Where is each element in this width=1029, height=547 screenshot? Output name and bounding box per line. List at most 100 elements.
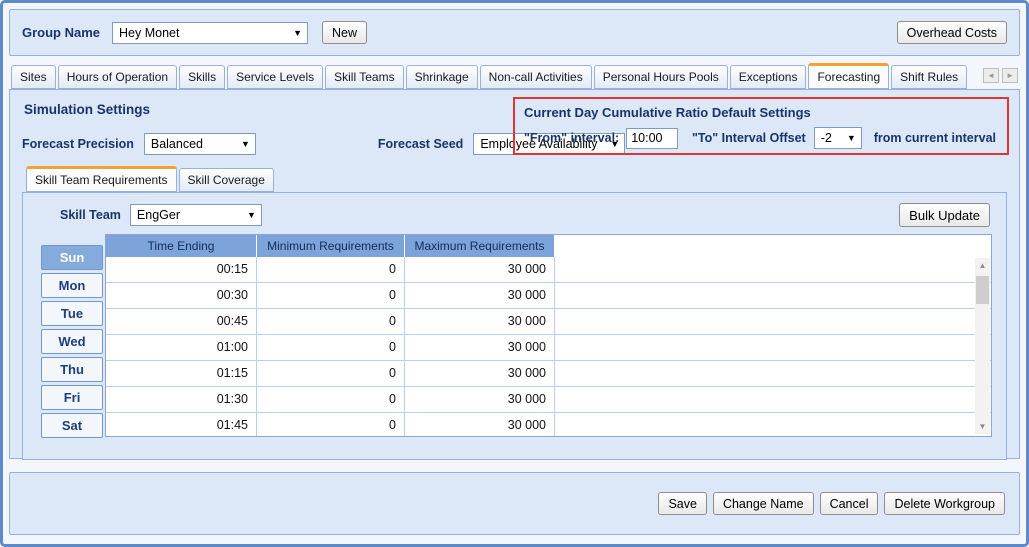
cell-time-ending[interactable]: 00:30 [106,283,257,308]
cell-time-ending[interactable]: 00:15 [106,257,257,282]
requirements-scroll-container: Time EndingMinimum RequirementsMaximum R… [105,234,992,437]
cell-maximum-requirements[interactable]: 30 000 [405,335,555,360]
day-button-mon[interactable]: Mon [41,273,103,298]
cell-minimum-requirements[interactable]: 0 [257,361,405,386]
save-button[interactable]: Save [658,492,707,515]
forecasting-panel: Simulation Settings Current Day Cumulati… [9,89,1020,459]
cumulative-ratio-row: "From" interval: "To" Interval Offset -2… [524,127,998,149]
day-button-sat[interactable]: Sat [41,413,103,438]
skill-team-requirements-panel: Skill Team EngGer ▼ Bulk Update Sun Mon Tu… [22,192,1007,460]
skill-team-select[interactable]: EngGer ▼ [130,204,262,226]
tab-shift-rules[interactable]: Shift Rules [891,65,967,89]
cell-maximum-requirements[interactable]: 30 000 [405,283,555,308]
column-header-maximum-requirements: Maximum Requirements [405,235,555,257]
cell-time-ending[interactable]: 01:30 [106,387,257,412]
cell-minimum-requirements[interactable]: 0 [257,413,405,437]
cumulative-ratio-settings-box: Current Day Cumulative Ratio Default Set… [513,97,1009,155]
chevron-down-icon: ▼ [247,210,256,220]
cell-maximum-requirements[interactable]: 30 000 [405,387,555,412]
cell-minimum-requirements[interactable]: 0 [257,335,405,360]
group-name-value: Hey Monet [119,26,179,40]
from-interval-input[interactable] [626,128,678,149]
cell-minimum-requirements[interactable]: 0 [257,257,405,282]
forecast-seed-label: Forecast Seed [378,137,463,151]
table-row: 00:15030 000 [106,257,991,283]
from-current-interval-label: from current interval [874,131,996,145]
cell-maximum-requirements[interactable]: 30 000 [405,257,555,282]
group-name-label: Group Name [22,25,100,40]
column-header-minimum-requirements: Minimum Requirements [257,235,405,257]
table-row: 00:30030 000 [106,283,991,309]
cumulative-ratio-title: Current Day Cumulative Ratio Default Set… [524,105,998,120]
scrollbar-up-icon[interactable]: ▲ [975,258,990,273]
to-offset-select[interactable]: -2 ▼ [814,127,862,149]
tab-sites[interactable]: Sites [11,65,56,89]
column-header-time-ending: Time Ending [106,235,257,257]
cancel-button[interactable]: Cancel [820,492,879,515]
cell-time-ending[interactable]: 01:15 [106,361,257,386]
tab-list: SitesHours of OperationSkillsService Lev… [11,63,969,89]
table-row: 01:30030 000 [106,387,991,413]
bulk-update-button[interactable]: Bulk Update [899,203,990,227]
table-row: 01:15030 000 [106,361,991,387]
forecast-precision-label: Forecast Precision [22,137,134,151]
group-name-select[interactable]: Hey Monet ▼ [112,22,308,44]
topbar: Group Name Hey Monet ▼ New Overhead Cost… [9,9,1020,56]
tab-shrinkage[interactable]: Shrinkage [406,65,478,89]
from-interval-label: "From" interval: [524,131,619,145]
day-button-sun[interactable]: Sun [41,245,103,270]
workgroup-window: Group Name Hey Monet ▼ New Overhead Cost… [0,0,1029,547]
cell-maximum-requirements[interactable]: 30 000 [405,361,555,386]
new-button[interactable]: New [322,21,367,44]
sub-tab-bar: Skill Team RequirementsSkill Coverage [22,167,1007,192]
skill-team-value: EngGer [137,208,180,222]
cell-time-ending[interactable]: 01:45 [106,413,257,437]
overhead-costs-button[interactable]: Overhead Costs [897,21,1007,44]
footer-action-bar: Save Change Name CancelDelete Workgroup [9,472,1020,535]
tab-scroll-arrows: ◄ ► [983,68,1018,89]
forecast-precision-select[interactable]: Balanced ▼ [144,133,256,155]
table-row: 00:45030 000 [106,309,991,335]
skill-team-label: Skill Team [60,208,121,222]
tab-forecasting[interactable]: Forecasting [808,63,889,89]
tab-scroll-left-icon[interactable]: ◄ [983,68,999,83]
chevron-down-icon: ▼ [847,133,856,143]
scrollbar-thumb[interactable] [976,276,989,304]
cell-minimum-requirements[interactable]: 0 [257,283,405,308]
cell-maximum-requirements[interactable]: 30 000 [405,309,555,334]
tab-bar: SitesHours of OperationSkillsService Lev… [9,62,1020,89]
to-offset-value: -2 [821,131,832,145]
tab-service-levels[interactable]: Service Levels [227,65,323,89]
forecast-precision-value: Balanced [151,137,203,151]
cell-time-ending[interactable]: 00:45 [106,309,257,334]
day-button-fri[interactable]: Fri [41,385,103,410]
tab-non-call-activities[interactable]: Non-call Activities [480,65,592,89]
change-name-button[interactable]: Change Name [713,492,814,515]
chevron-down-icon: ▼ [241,139,250,149]
day-button-wed[interactable]: Wed [41,329,103,354]
tab-skill-teams[interactable]: Skill Teams [325,65,403,89]
day-button-tue[interactable]: Tue [41,301,103,326]
day-selector-column: Sun Mon Tue Wed Thu Fri Sat [41,245,103,441]
table-header-row: Time EndingMinimum RequirementsMaximum R… [106,235,991,257]
cell-maximum-requirements[interactable]: 30 000 [405,413,555,437]
cell-minimum-requirements[interactable]: 0 [257,309,405,334]
to-offset-label: "To" Interval Offset [692,131,806,145]
sub-tab-skill-team-requirements[interactable]: Skill Team Requirements [26,166,177,192]
table-body: 00:15030 00000:30030 00000:45030 00001:0… [106,257,991,437]
tab-hours-of-operation[interactable]: Hours of Operation [58,65,177,89]
cell-minimum-requirements[interactable]: 0 [257,387,405,412]
cell-time-ending[interactable]: 01:00 [106,335,257,360]
delete-workgroup-button[interactable]: Delete Workgroup [884,492,1005,515]
table-row: 01:00030 000 [106,335,991,361]
scrollbar-down-icon[interactable]: ▼ [975,419,990,434]
chevron-down-icon: ▼ [293,28,302,38]
tab-personal-hours-pools[interactable]: Personal Hours Pools [594,65,728,89]
tab-exceptions[interactable]: Exceptions [730,65,807,89]
tab-scroll-right-icon[interactable]: ► [1002,68,1018,83]
tab-skills[interactable]: Skills [179,65,225,89]
requirements-grid-area: Sun Mon Tue Wed Thu Fri Sat Time EndingMinimum… [41,234,992,441]
vertical-scrollbar[interactable]: ▲ ▼ [975,258,990,434]
day-button-thu[interactable]: Thu [41,357,103,382]
sub-tab-skill-coverage[interactable]: Skill Coverage [179,168,274,192]
